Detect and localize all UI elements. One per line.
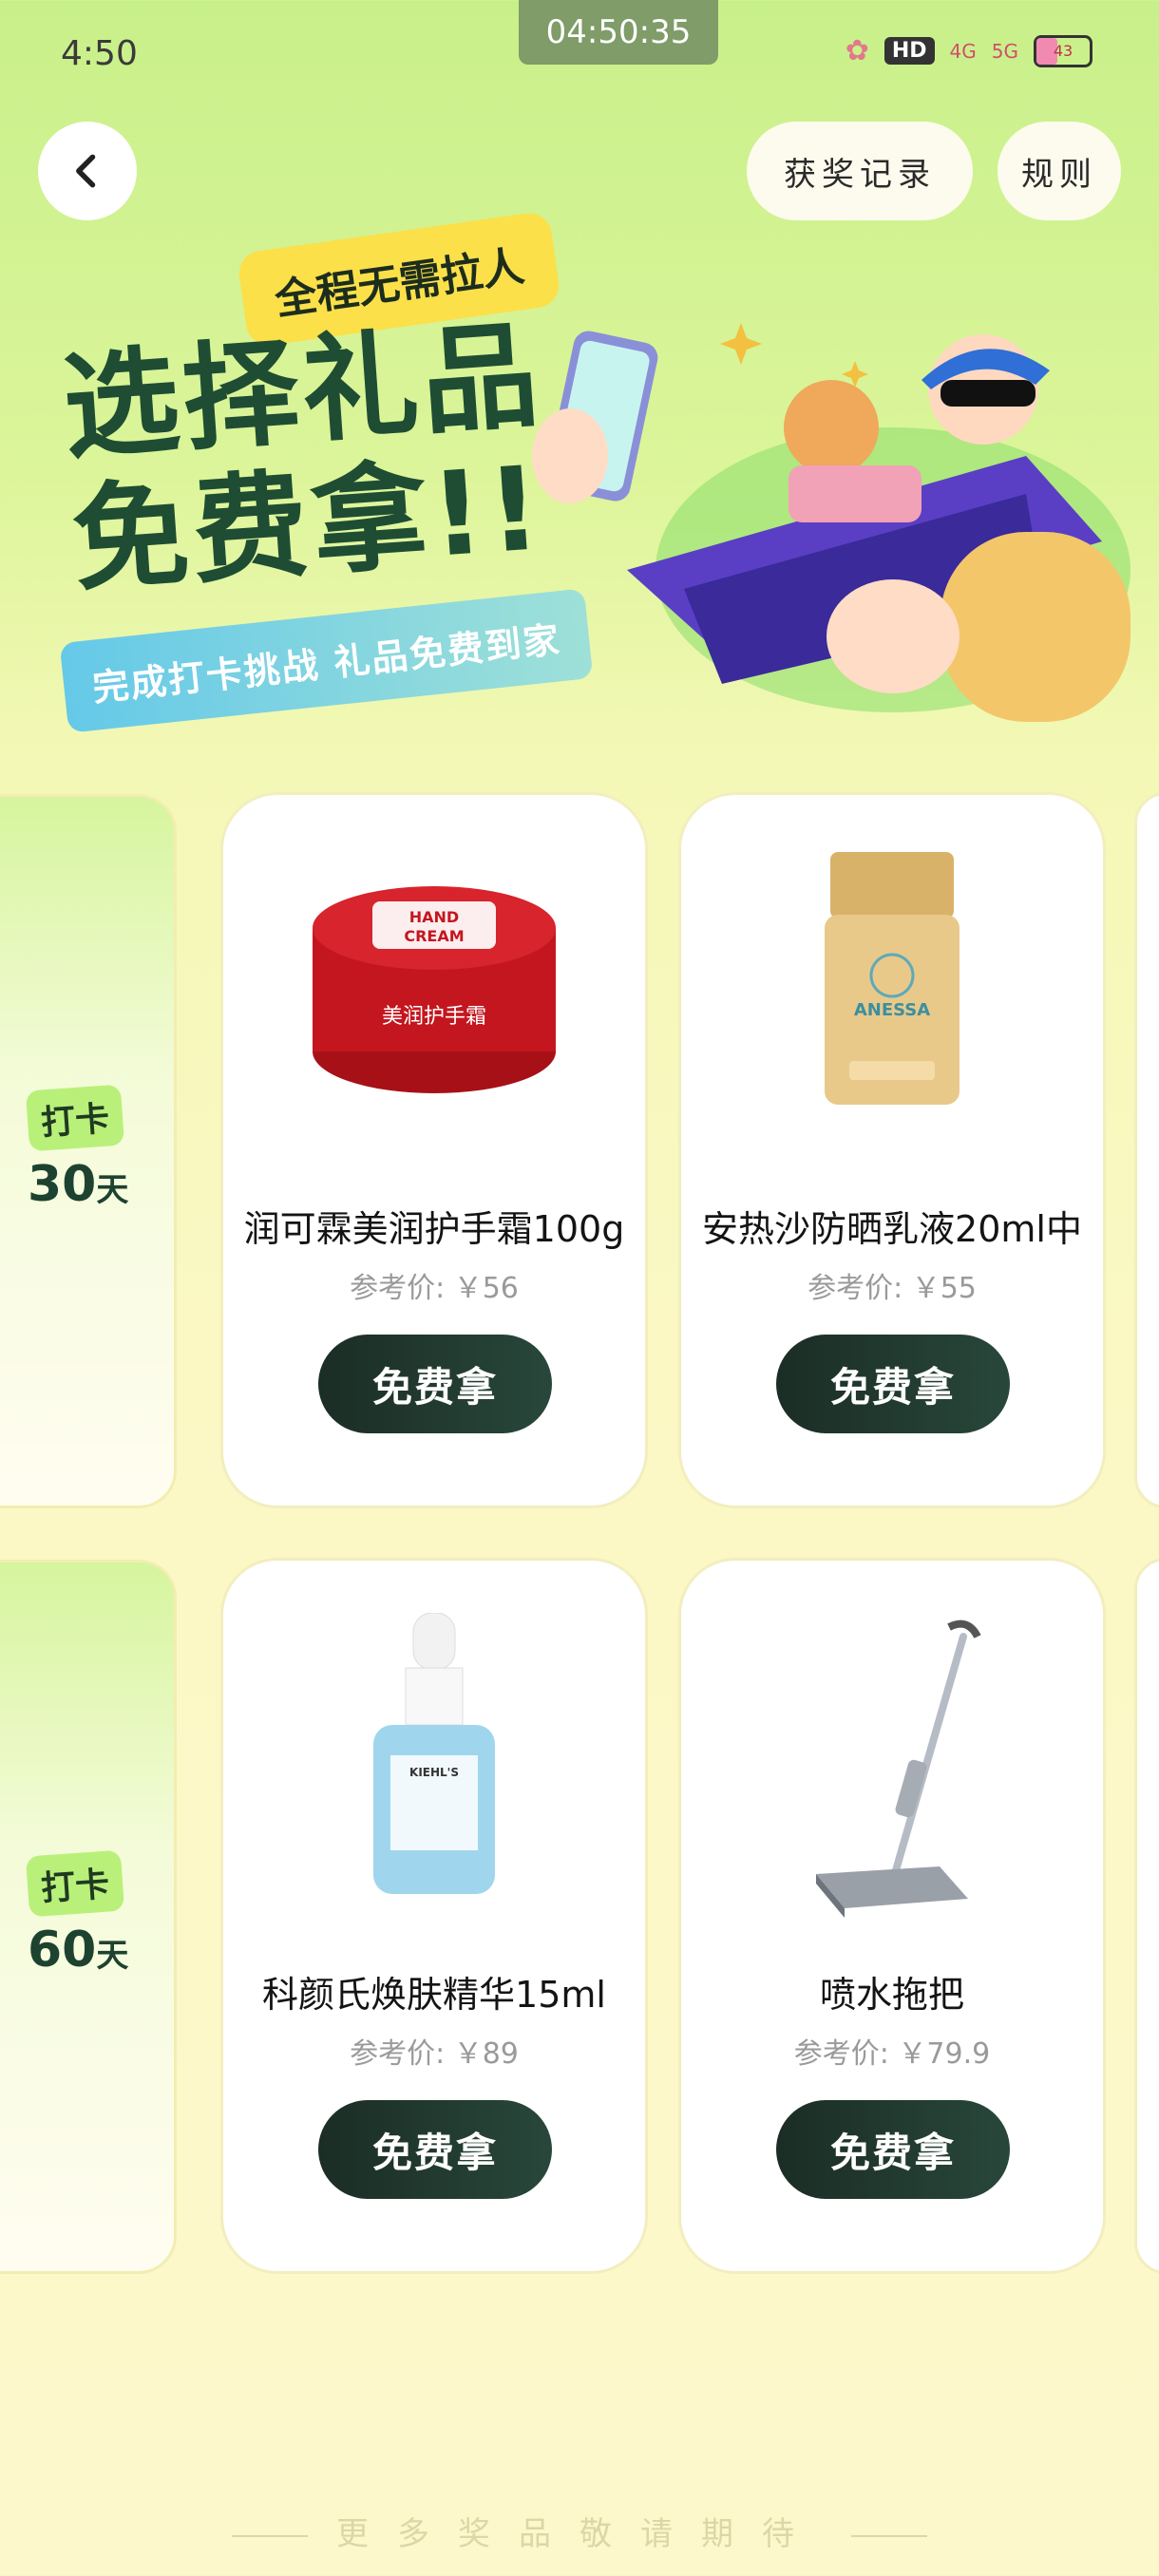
svg-text:KIEHL'S: KIEHL'S xyxy=(409,1766,459,1779)
signal-5g-icon: 5G xyxy=(991,39,1018,63)
product-name: 润可霖美润护手霜100g xyxy=(243,1208,625,1250)
product-name: 科颜氏焕肤精华15ml xyxy=(262,1974,606,2016)
product-name: 喷水拖把 xyxy=(819,1974,964,2016)
signal-4g-icon: 4G xyxy=(949,39,977,63)
system-icons: ✿ HD 4G 5G 43 xyxy=(846,34,1092,67)
product-price: 参考价: ￥55 xyxy=(808,1272,977,1305)
hand-cream-jar-icon: HAND CREAM 美润护手霜 xyxy=(313,886,556,1093)
product-price: 参考价: ￥89 xyxy=(350,2037,519,2071)
next-product-card-peek[interactable] xyxy=(1134,1558,1159,2274)
countdown-timer: 04:50:35 xyxy=(519,0,718,65)
svg-text:ANESSA: ANESSA xyxy=(854,1000,930,1020)
free-get-button[interactable]: 免费拿 xyxy=(318,1335,552,1433)
product-price: 参考价: ￥79.9 xyxy=(793,2037,991,2071)
divider xyxy=(851,2534,927,2537)
next-product-card-peek[interactable] xyxy=(1134,792,1159,1508)
hd-icon: HD xyxy=(884,37,935,65)
rules-button[interactable]: 规则 xyxy=(998,122,1121,220)
notification-icon: ✿ xyxy=(845,34,869,67)
checkin-days: 60天 xyxy=(28,1922,129,1979)
banner-headline: 选择礼品 免费拿!! xyxy=(58,307,549,609)
chevron-left-icon xyxy=(76,154,96,188)
product-card[interactable]: ANESSA 安热沙防晒乳液20ml中 参考价: ￥55 免费拿 xyxy=(678,792,1106,1508)
serum-dropper-bottle-icon: KIEHL'S xyxy=(373,1613,495,1894)
checkin-days: 30天 xyxy=(28,1156,129,1213)
product-price: 参考价: ￥56 xyxy=(350,1272,519,1305)
svg-text:HAND: HAND xyxy=(409,908,459,926)
checkin-badge: 打卡 xyxy=(25,1849,125,1918)
banner-illustration xyxy=(532,323,1130,722)
product-card[interactable]: HAND CREAM 美润护手霜 润可霖美润护手霜100g 参考价: ￥56 免… xyxy=(220,792,648,1508)
sunscreen-bottle-icon: ANESSA xyxy=(825,852,960,1105)
product-card[interactable]: 喷水拖把 参考价: ￥79.9 免费拿 xyxy=(678,1558,1106,2274)
free-get-button[interactable]: 免费拿 xyxy=(776,2100,1010,2199)
product-card[interactable]: KIEHL'S 科颜氏焕肤精华15ml 参考价: ￥89 免费拿 xyxy=(220,1558,648,2274)
status-time: 4:50 xyxy=(61,34,138,73)
banner-subtitle: 完成打卡挑战 礼品免费到家 xyxy=(59,588,594,733)
spray-mop-icon xyxy=(816,1619,981,1918)
more-prizes-footer: 更多奖品敬请期待 xyxy=(0,2508,1159,2554)
free-get-button[interactable]: 免费拿 xyxy=(776,1335,1010,1433)
product-name: 安热沙防晒乳液20ml中 xyxy=(702,1208,1082,1250)
checkin-badge: 打卡 xyxy=(25,1084,125,1152)
divider xyxy=(232,2534,308,2537)
svg-text:美润护手霜: 美润护手霜 xyxy=(382,1005,486,1029)
back-button[interactable] xyxy=(38,122,137,220)
prize-records-button[interactable]: 获奖记录 xyxy=(747,122,973,220)
product-image: HAND CREAM 美润护手霜 xyxy=(223,852,645,1108)
free-get-button[interactable]: 免费拿 xyxy=(318,2100,552,2199)
product-image: ANESSA xyxy=(681,852,1103,1108)
checkin-60-days-card: 打卡 60天 xyxy=(0,1560,177,2274)
product-image xyxy=(681,1618,1103,1922)
battery-icon: 43 xyxy=(1034,34,1092,67)
svg-text:CREAM: CREAM xyxy=(404,927,464,945)
checkin-30-days-card: 打卡 30天 xyxy=(0,794,177,1508)
status-bar: 4:50 04:50:35 ✿ HD 4G 5G 43 xyxy=(0,0,1159,104)
product-image: KIEHL'S xyxy=(223,1613,645,1894)
